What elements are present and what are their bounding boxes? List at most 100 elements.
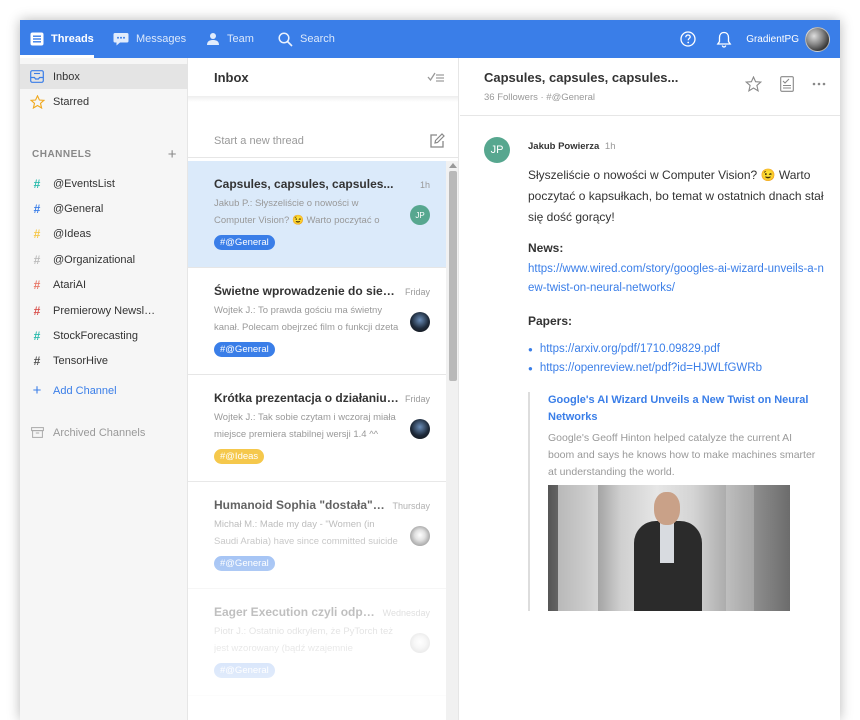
sidebar-item-label: StockForecasting [53,329,138,342]
top-right-controls: GradientPG [680,20,830,58]
sidebar-item-inbox[interactable]: Inbox [20,64,188,89]
thread-time: 1h [419,180,430,190]
header-divider [188,96,458,102]
news-link[interactable]: https://www.wired.com/story/googles-ai-w… [528,260,828,298]
inbox-icon [28,70,46,83]
paper-link[interactable]: https://arxiv.org/pdf/1710.09829.pdf [540,340,720,359]
avatar: JP [410,205,430,225]
compose-icon[interactable] [429,132,445,149]
sidebar: Inbox Starred CHANNELS + # @EventsList # @G… [20,58,188,720]
message-time: 1h [604,141,616,152]
new-thread-input[interactable]: Start a new thread [188,124,458,158]
sidebar-item-channel[interactable]: # StockForecasting [20,323,188,348]
team-icon [206,32,220,46]
thread-time: Thursday [392,501,430,511]
thread-list-title: Inbox [214,69,249,85]
notes-icon[interactable] [780,76,794,92]
hash-icon: # [33,176,41,191]
nav-messages[interactable]: Messages [113,20,186,58]
image-background-panel [726,485,754,611]
plus-icon: + [32,382,42,399]
sidebar-item-channel[interactable]: # @Ideas [20,222,188,247]
thread-preview: Jakub P.: Słyszeliście o nowości w Compu… [214,198,380,226]
thread-preview: Michał M.: Made my day - "Women (in Saud… [214,519,398,547]
thread-title: Capsules, capsules, capsules... [214,177,394,191]
avatar[interactable] [805,26,830,52]
paper-link[interactable]: https://openreview.net/pdf?id=HJWLfGWRb [540,359,762,378]
sidebar-item-channel[interactable]: # AtariAI [20,273,188,298]
thread-item[interactable]: Krótka prezentacja o działaniu TF Friday… [188,375,446,482]
more-icon[interactable] [812,82,826,86]
papers-list: ● https://arxiv.org/pdf/1710.09829.pdf ●… [528,340,828,378]
thread-item[interactable]: Świetne wprowadzenie do sieci … Friday W… [188,268,446,375]
avatar [410,419,430,439]
thread-preview: Wojtek J.: To prawda gościu ma świetny k… [214,305,399,333]
scroll-up-icon[interactable] [449,163,457,168]
sidebar-item-starred[interactable]: Starred [20,89,188,114]
link-preview-card[interactable]: Google's AI Wizard Unveils a New Twist o… [528,392,820,611]
hash-icon: # [33,354,41,369]
thread-title: Świetne wprowadzenie do sieci … [214,284,399,298]
link-preview-image[interactable] [548,485,790,611]
archived-channels-button[interactable]: Archived Channels [20,420,188,445]
scroll-thumb[interactable] [449,171,457,381]
messages-icon [113,32,129,46]
sidebar-item-label: TensorHive [53,355,109,368]
thread-item[interactable]: Eager Execution czyli odpo… Wednesday Pi… [188,589,446,696]
channel-tag[interactable]: #@Ideas [214,449,265,464]
sidebar-item-channel[interactable]: # TensorHive [20,349,188,374]
list-item: ● https://openreview.net/pdf?id=HJWLfGWR… [528,359,828,378]
image-background-panel [558,485,598,611]
top-bar: Threads Messages Team Search GradientPG [20,20,840,58]
thread-list-scrollbar[interactable] [446,161,458,720]
nav-threads[interactable]: Threads [30,20,94,58]
nav-team[interactable]: Team [206,20,254,58]
thread-list: Inbox Start a new thread Capsules, capsu… [188,58,459,720]
message-meta: Jakub Powierza 1h [528,141,828,152]
avatar [410,312,430,332]
avatar[interactable]: JP [484,137,510,163]
thread-title: Eager Execution czyli odpo… [214,605,377,619]
avatar [410,526,430,546]
link-preview-title[interactable]: Google's AI Wizard Unveils a New Twist o… [548,392,820,426]
sidebar-item-label: Inbox [53,70,80,83]
sidebar-item-label: AtariAI [53,279,87,292]
mark-all-read-icon[interactable] [427,71,445,83]
star-icon[interactable] [745,76,762,92]
sidebar-item-channel[interactable]: # @General [20,196,188,221]
message-author[interactable]: Jakub Powierza [528,141,599,152]
nav-search[interactable]: Search [278,20,335,58]
thread-item[interactable]: Capsules, capsules, capsules... 1h Jakub… [188,161,446,268]
hash-icon: # [33,328,41,343]
sidebar-item-label: @Organizational [53,253,136,266]
new-thread-placeholder: Start a new thread [214,134,304,147]
bullet-icon: ● [528,364,533,373]
add-channel-button[interactable]: + Add Channel [20,378,188,403]
sidebar-item-channel[interactable]: # Premierowy Newsl… [20,298,188,323]
list-item: ● https://arxiv.org/pdf/1710.09829.pdf [528,340,828,359]
archive-icon [28,427,46,438]
nav-search-label: Search [300,33,335,45]
sidebar-item-label: Starred [53,95,90,108]
channel-tag[interactable]: #@General [214,235,275,250]
thread-time: Friday [404,287,430,297]
channel-tag[interactable]: #@General [214,342,275,357]
user-name[interactable]: GradientPG [746,34,799,45]
channels-header-label: CHANNELS [32,149,92,160]
thread-item[interactable]: Humanoid Sophia "dostała" … Thursday Mic… [188,482,446,589]
channel-tag[interactable]: #@General [214,663,275,678]
add-channel-plus-icon[interactable]: + [168,146,177,163]
detail-followers: 36 Followers · #@General [484,92,596,103]
add-channel-label: Add Channel [53,384,117,397]
sidebar-item-channel[interactable]: # @Organizational [20,247,188,272]
detail-actions [745,76,826,92]
sidebar-item-label: Premierowy Newsl… [53,304,156,317]
star-icon [28,94,46,109]
bell-icon[interactable] [716,31,732,48]
help-icon[interactable] [680,31,696,47]
archived-channels-label: Archived Channels [53,426,146,439]
sidebar-item-channel[interactable]: # @EventsList [20,171,188,196]
thread-title: Krótka prezentacja o działaniu TF [214,391,399,405]
channel-tag[interactable]: #@General [214,556,275,571]
thread-title: Humanoid Sophia "dostała" … [214,498,387,512]
